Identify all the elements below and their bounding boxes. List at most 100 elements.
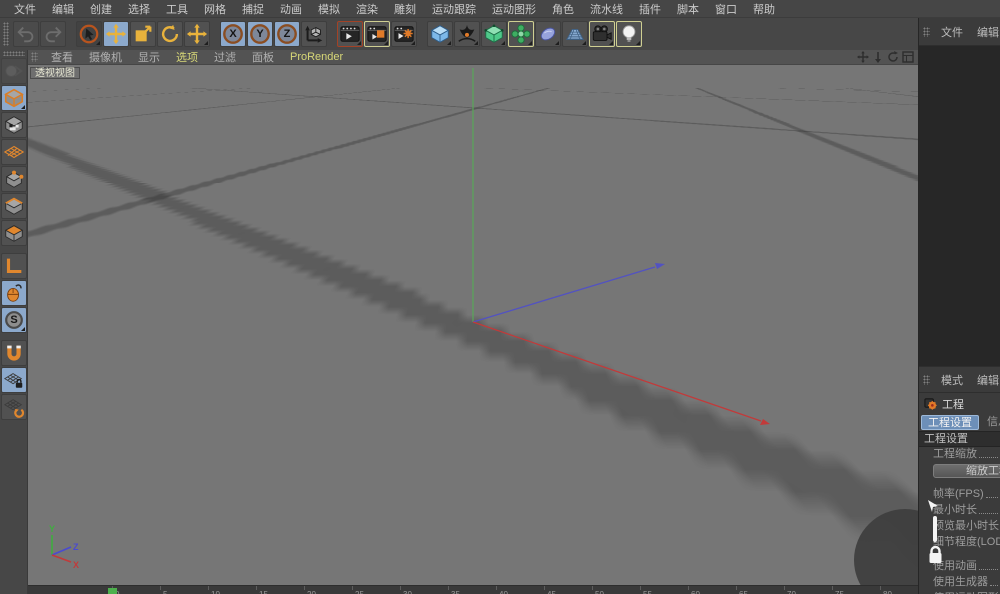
lock-workplane-button[interactable]: [1, 367, 27, 393]
rotate-view-icon[interactable]: [887, 51, 899, 63]
menu-item[interactable]: 文件: [6, 1, 44, 17]
move-tool-button[interactable]: [103, 21, 129, 47]
add-light-button[interactable]: [616, 21, 642, 47]
menu-item[interactable]: 编辑: [44, 1, 82, 17]
menu-item[interactable]: 运动跟踪: [424, 1, 484, 17]
sidebar-grip[interactable]: [3, 51, 25, 56]
object-manager-menu-item[interactable]: 文件: [934, 24, 970, 40]
viewport-menu-item[interactable]: 显示: [130, 49, 168, 65]
add-environment-button[interactable]: [562, 21, 588, 47]
cursor-bar: [933, 516, 937, 542]
y-axis-lock-button[interactable]: Y: [247, 21, 273, 47]
menu-item[interactable]: 动画: [272, 1, 310, 17]
viewport-menu-item[interactable]: 查看: [43, 49, 81, 65]
enable-axis-button[interactable]: [1, 253, 27, 279]
viewport-menu-item[interactable]: 过滤: [206, 49, 244, 65]
s-badge-letter: S: [10, 314, 17, 326]
render-view-button[interactable]: [337, 21, 363, 47]
menu-item[interactable]: 网格: [196, 1, 234, 17]
x-axis-arrow: [760, 419, 770, 425]
current-frame-marker[interactable]: [108, 588, 117, 594]
attribute-manager-menubar: 模式编辑用户: [919, 367, 1000, 393]
undo-button[interactable]: [13, 21, 39, 47]
live-selection-button[interactable]: [76, 21, 102, 47]
viewport-menu-item[interactable]: 面板: [244, 49, 282, 65]
viewport-menu-item[interactable]: 摄像机: [81, 49, 130, 65]
enable-snap-button[interactable]: [1, 340, 27, 366]
rotate-tool-button[interactable]: [157, 21, 183, 47]
pan-view-icon[interactable]: [857, 51, 869, 63]
object-manager-grip[interactable]: [923, 27, 930, 37]
workplane-mode-button[interactable]: [1, 139, 27, 165]
polygons-mode-icon: [3, 222, 25, 244]
object-manager-list[interactable]: [919, 46, 1000, 367]
workplane-rotate-button[interactable]: [1, 394, 27, 420]
render-picture-viewer-icon: [366, 23, 388, 45]
z-axis-line: [473, 267, 655, 322]
polygons-mode-button[interactable]: [1, 220, 27, 246]
menu-item[interactable]: 脚本: [669, 1, 707, 17]
redo-button[interactable]: [40, 21, 66, 47]
add-deformer-button[interactable]: [535, 21, 561, 47]
menu-item[interactable]: 流水线: [582, 1, 631, 17]
menu-item[interactable]: 运动图形: [484, 1, 544, 17]
object-manager-menu-item[interactable]: 编辑: [970, 24, 1000, 40]
perspective-viewport[interactable]: Y Z X 透视视图: [28, 65, 918, 585]
add-primitive-button[interactable]: [427, 21, 453, 47]
menu-item[interactable]: 模拟: [310, 1, 348, 17]
viewport-menu-item[interactable]: ProRender: [282, 51, 351, 63]
add-mograph-button[interactable]: [508, 21, 534, 47]
view-label[interactable]: 透视视图: [30, 67, 80, 79]
timeline-strip[interactable]: 05101520253035404550556065707580: [28, 585, 918, 594]
x-axis-lock-button[interactable]: X: [220, 21, 246, 47]
viewport-menubar-grip[interactable]: [31, 52, 38, 62]
lock-workplane-icon: [3, 369, 25, 391]
attribute-manager-menu-item[interactable]: 编辑: [970, 372, 1000, 388]
make-editable-button[interactable]: [1, 58, 27, 84]
zoom-view-icon[interactable]: [872, 51, 884, 63]
viewport-solo-button[interactable]: [1, 280, 27, 306]
render-picture-viewer-button[interactable]: [364, 21, 390, 47]
scale-project-button[interactable]: 缩放工程: [933, 464, 1000, 478]
cube-primitive-icon: [429, 23, 451, 45]
add-camera-button[interactable]: [589, 21, 615, 47]
viewport-menu-item[interactable]: 选项: [168, 49, 206, 65]
menu-item[interactable]: 工具: [158, 1, 196, 17]
attribute-group-scale: 工程缩放: [919, 447, 1000, 463]
menu-item[interactable]: 窗口: [707, 1, 745, 17]
menu-item[interactable]: 渲染: [348, 1, 386, 17]
menu-item[interactable]: 捕捉: [234, 1, 272, 17]
menu-item[interactable]: 帮助: [745, 1, 783, 17]
mograph-icon: [510, 23, 532, 45]
menu-item[interactable]: 选择: [120, 1, 158, 17]
menu-item[interactable]: 创建: [82, 1, 120, 17]
add-spline-button[interactable]: [454, 21, 480, 47]
attribute-manager-grip[interactable]: [923, 375, 930, 385]
menu-item[interactable]: 插件: [631, 1, 669, 17]
texture-mode-button[interactable]: [1, 112, 27, 138]
world-axes: [28, 65, 918, 585]
add-subdivision-surface-button[interactable]: [481, 21, 507, 47]
toggle-view-icon[interactable]: [902, 51, 914, 63]
toolbar-grip[interactable]: [3, 22, 9, 46]
enable-axis-icon: [3, 255, 25, 277]
render-settings-button[interactable]: [391, 21, 417, 47]
gizmo-y-label: Y: [49, 524, 55, 534]
attribute-manager-menu-item[interactable]: 模式: [934, 372, 970, 388]
points-mode-button[interactable]: [1, 166, 27, 192]
deformer-icon: [537, 23, 559, 45]
viewport-menubar: 查看摄像机显示选项过滤面板ProRender: [28, 50, 918, 65]
scale-tool-button[interactable]: [130, 21, 156, 47]
attribute-tab[interactable]: 信息: [981, 415, 1000, 430]
menu-item[interactable]: 雕刻: [386, 1, 424, 17]
last-tool-button[interactable]: [184, 21, 210, 47]
snap-s-mode-button[interactable]: S: [1, 307, 27, 333]
menu-item[interactable]: 角色: [544, 1, 582, 17]
model-mode-button[interactable]: [1, 85, 27, 111]
coordinate-system-button[interactable]: [301, 21, 327, 47]
edges-mode-button[interactable]: [1, 193, 27, 219]
z-axis-lock-button[interactable]: Z: [274, 21, 300, 47]
workplane-icon: [3, 141, 25, 163]
attribute-tab[interactable]: 工程设置: [921, 415, 979, 430]
cursor-arrow-icon: [928, 500, 938, 512]
